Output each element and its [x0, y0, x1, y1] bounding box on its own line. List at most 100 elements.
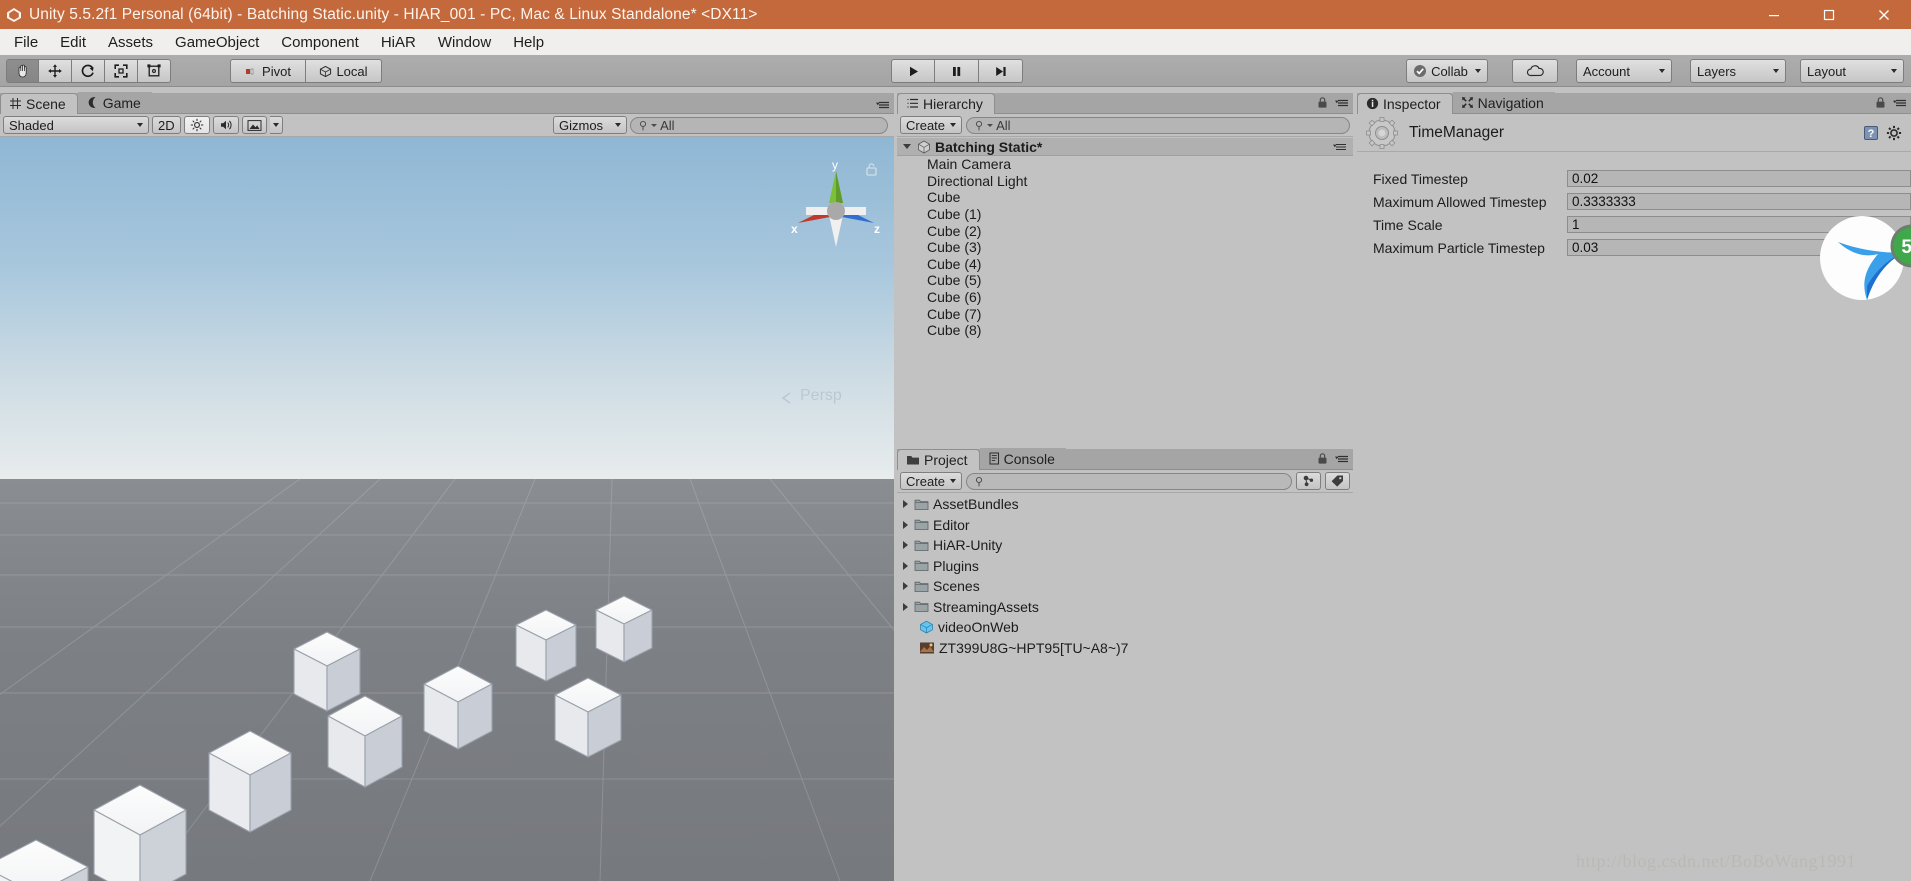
tab-scene[interactable]: Scene — [0, 93, 78, 114]
project-item-plugins[interactable]: Plugins — [897, 556, 1353, 577]
scene-context-menu-icon[interactable] — [1333, 139, 1347, 155]
scale-tool-button[interactable] — [105, 59, 138, 83]
chevron-right-icon[interactable] — [903, 520, 908, 529]
hierarchy-item-directional-light[interactable]: Directional Light — [897, 173, 1353, 190]
chevron-right-icon[interactable] — [903, 541, 908, 550]
pivot-handle-group: Pivot Local — [230, 59, 382, 83]
chevron-right-icon[interactable] — [903, 500, 908, 509]
project-search-input[interactable]: ⚲ — [966, 472, 1292, 490]
chevron-right-icon[interactable] — [903, 602, 908, 611]
hierarchy-tab-options[interactable] — [1316, 96, 1349, 110]
play-button[interactable] — [891, 59, 935, 83]
perspective-label[interactable]: Persp — [800, 387, 842, 405]
property-value-input[interactable]: 0.02 — [1567, 170, 1911, 187]
hierarchy-item-main-camera[interactable]: Main Camera — [897, 156, 1353, 173]
audio-toggle-button[interactable] — [212, 116, 239, 134]
cloud-group — [1512, 59, 1558, 83]
project-item-assetbundles[interactable]: AssetBundles — [897, 494, 1353, 515]
menu-bar: File Edit Assets GameObject Component Hi… — [0, 29, 1911, 55]
folder-icon — [914, 561, 929, 572]
project-item-scenes[interactable]: Scenes — [897, 576, 1353, 597]
hierarchy-item-cube-7[interactable]: Cube (7) — [897, 305, 1353, 322]
effects-dropdown-button[interactable] — [269, 116, 283, 134]
local-toggle-button[interactable]: Local — [306, 59, 382, 83]
tab-navigation[interactable]: Navigation — [1452, 92, 1555, 113]
project-item-streamingassets[interactable]: StreamingAssets — [897, 597, 1353, 618]
pivot-icon — [246, 68, 254, 74]
move-tool-button[interactable] — [39, 59, 72, 83]
scene-search-input[interactable]: ⚲ All — [630, 116, 888, 134]
hierarchy-item-cube-5[interactable]: Cube (5) — [897, 272, 1353, 289]
chevron-right-icon[interactable] — [903, 582, 908, 591]
hierarchy-item-cube-1[interactable]: Cube (1) — [897, 206, 1353, 223]
tab-hierarchy[interactable]: Hierarchy — [897, 93, 995, 114]
gear-icon[interactable] — [1886, 125, 1902, 141]
filter-by-label-button[interactable] — [1325, 472, 1350, 490]
hand-tool-button[interactable] — [6, 59, 39, 83]
hierarchy-item-cube-2[interactable]: Cube (2) — [897, 222, 1353, 239]
hierarchy-item-cube-3[interactable]: Cube (3) — [897, 239, 1353, 256]
rotate-tool-button[interactable] — [72, 59, 105, 83]
minimize-button[interactable] — [1746, 0, 1801, 29]
inspector-tab-options[interactable] — [1874, 96, 1907, 110]
menu-edit[interactable]: Edit — [49, 32, 97, 53]
gizmo-lock-icon[interactable] — [865, 162, 878, 182]
project-item-texture[interactable]: ZT399U8G~HPT95[TU~A8~)7 — [897, 638, 1353, 659]
browser-overlay-icon[interactable]: 58 — [1820, 208, 1911, 308]
rect-tool-button[interactable] — [138, 59, 171, 83]
tab-project-label: Project — [924, 451, 968, 468]
tab-project[interactable]: Project — [897, 449, 980, 470]
navigation-icon — [1461, 97, 1473, 108]
hierarchy-item-cube-6[interactable]: Cube (6) — [897, 289, 1353, 306]
pivot-toggle-button[interactable]: Pivot — [230, 59, 306, 83]
hierarchy-item-cube-8[interactable]: Cube (8) — [897, 322, 1353, 339]
pause-button[interactable] — [935, 59, 979, 83]
hierarchy-search-input[interactable]: ⚲ All — [966, 116, 1350, 134]
transform-tools-group — [6, 59, 171, 83]
hierarchy-item-cube[interactable]: Cube — [897, 189, 1353, 206]
layers-button[interactable]: Layers — [1690, 59, 1786, 83]
menu-file[interactable]: File — [3, 32, 49, 53]
menu-hiar[interactable]: HiAR — [370, 32, 427, 53]
chevron-down-icon[interactable] — [903, 144, 911, 149]
tab-inspector[interactable]: Inspector — [1357, 93, 1453, 114]
account-button[interactable]: Account — [1576, 59, 1672, 83]
hierarchy-scene-row[interactable]: Batching Static* — [897, 138, 1353, 156]
effects-toggle-button[interactable] — [241, 116, 267, 134]
help-book-icon[interactable]: ? — [1863, 125, 1879, 141]
project-item-hiar-unity[interactable]: HiAR-Unity — [897, 535, 1353, 556]
filter-by-type-button[interactable] — [1296, 472, 1321, 490]
project-item-editor[interactable]: Editor — [897, 515, 1353, 536]
scene-tab-options[interactable] — [876, 100, 890, 110]
layout-button[interactable]: Layout — [1800, 59, 1904, 83]
chevron-right-icon[interactable] — [903, 561, 908, 570]
close-button[interactable] — [1856, 0, 1911, 29]
scene-search-placeholder: All — [660, 117, 675, 133]
hierarchy-item-cube-4[interactable]: Cube (4) — [897, 256, 1353, 273]
gizmos-dropdown[interactable]: Gizmos — [553, 116, 627, 134]
scene-viewport[interactable]: y x z Persp — [0, 137, 894, 881]
project-item-videoonweb[interactable]: videoOnWeb — [897, 617, 1353, 638]
menu-window[interactable]: Window — [427, 32, 502, 53]
project-create-button[interactable]: Create — [900, 472, 963, 490]
title-bar: Unity 5.5.2f1 Personal (64bit) - Batchin… — [0, 0, 1911, 29]
hierarchy-create-button[interactable]: Create — [900, 116, 963, 134]
menu-gameobject[interactable]: GameObject — [164, 32, 270, 53]
maximize-button[interactable] — [1801, 0, 1856, 29]
draw-mode-dropdown[interactable]: Shaded — [3, 116, 149, 134]
console-icon — [989, 452, 999, 465]
menu-assets[interactable]: Assets — [97, 32, 164, 53]
lighting-toggle-button[interactable] — [183, 116, 210, 134]
collab-button[interactable]: Collab — [1406, 59, 1488, 83]
project-item-label: AssetBundles — [933, 496, 1019, 513]
project-tab-options[interactable] — [1316, 452, 1349, 466]
tab-game[interactable]: Game — [77, 92, 152, 113]
menu-help[interactable]: Help — [502, 32, 555, 53]
menu-component[interactable]: Component — [270, 32, 370, 53]
cloud-services-button[interactable] — [1512, 59, 1558, 83]
step-button[interactable] — [979, 59, 1023, 83]
2d-toggle-button[interactable]: 2D — [152, 116, 181, 134]
hierarchy-scene-name: Batching Static* — [935, 138, 1043, 155]
project-item-label: Editor — [933, 516, 970, 533]
tab-console[interactable]: Console — [979, 448, 1066, 469]
